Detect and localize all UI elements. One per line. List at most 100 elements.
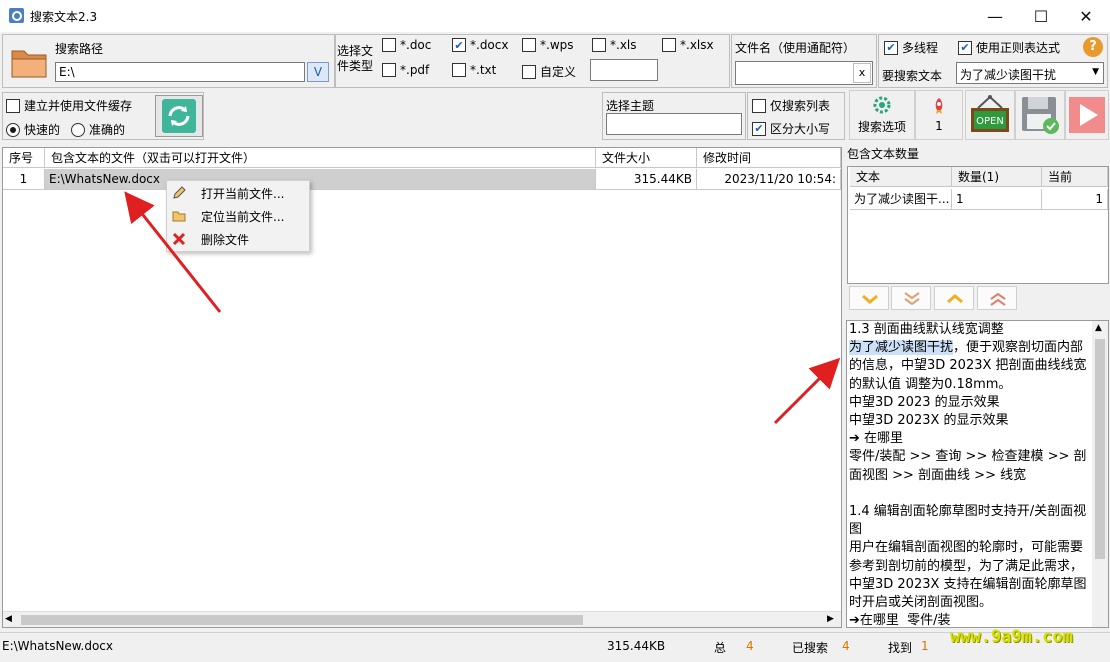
checkbox-checked[interactable]: ✔	[958, 40, 972, 55]
row-size: 315.44KB	[596, 169, 697, 190]
checkbox[interactable]	[452, 63, 466, 77]
fast-radio[interactable]: 快速的	[6, 121, 60, 138]
checkbox[interactable]	[522, 64, 536, 79]
help-icon[interactable]: ?	[1083, 37, 1103, 57]
next-match-button[interactable]	[849, 286, 889, 310]
scroll-up-icon[interactable]: ▲	[1095, 323, 1102, 333]
status-size: 315.44KB	[607, 639, 666, 653]
checkbox-checked[interactable]: ✔	[452, 38, 466, 52]
column-header-modified[interactable]: 修改时间	[697, 148, 841, 168]
checkbox-checked[interactable]: ✔	[884, 40, 898, 55]
status-path: E:\WhatsNew.docx	[2, 639, 113, 653]
row-file[interactable]: E:\WhatsNew.docx	[45, 169, 596, 190]
prev-match-button[interactable]	[934, 286, 974, 310]
menu-item-delete-file[interactable]: 删除文件	[167, 228, 309, 250]
refresh-cache-button[interactable]	[155, 95, 203, 137]
combobox-arrow-icon[interactable]: ▼	[1092, 67, 1099, 77]
radio-selected[interactable]	[6, 122, 20, 137]
menu-item-open-file[interactable]: 打开当前文件...	[167, 182, 309, 204]
only-list-option[interactable]: 仅搜索列表	[752, 97, 830, 114]
table-row[interactable]: 1 E:\WhatsNew.docx 315.44KB 2023/11/20 1…	[3, 169, 841, 191]
filetype-wps[interactable]: *.wps	[522, 38, 574, 52]
count-column-current[interactable]: 当前	[1042, 167, 1108, 187]
app-icon	[9, 8, 24, 23]
cache-option[interactable]: 建立并使用文件缓存	[6, 97, 132, 114]
filetype-custom[interactable]: 自定义	[522, 63, 576, 80]
search-options-button[interactable]: 搜索选项	[849, 90, 915, 140]
chevron-down-icon	[862, 294, 878, 304]
regex-option[interactable]: ✔ 使用正则表达式	[958, 39, 1060, 56]
case-sensitive-option[interactable]: ✔ 区分大小写	[752, 120, 830, 137]
last-match-button[interactable]	[891, 286, 931, 310]
column-header-size[interactable]: 文件大小	[596, 148, 697, 168]
checkbox[interactable]	[522, 38, 536, 52]
scroll-left-icon[interactable]: ◀	[5, 614, 12, 624]
file-type-label: 选择文件类型	[337, 44, 374, 73]
vertical-scrollbar[interactable]: ▲	[1092, 321, 1108, 627]
checkbox[interactable]	[382, 38, 396, 52]
first-match-button[interactable]	[977, 286, 1017, 310]
checkbox-checked[interactable]: ✔	[752, 121, 766, 136]
checkbox[interactable]	[382, 63, 396, 77]
minimize-button[interactable]: —	[972, 0, 1018, 32]
count-table: 文本 数量(1) 当前 为了减少读图干... 1 1	[847, 166, 1109, 284]
double-chevron-down-icon	[904, 292, 920, 306]
filetype-txt[interactable]: *.txt	[452, 63, 496, 77]
close-button[interactable]: ✕	[1063, 0, 1109, 32]
row-modified: 2023/11/20 10:54:	[697, 169, 841, 190]
accurate-radio[interactable]: 准确的	[71, 121, 125, 138]
checkbox[interactable]	[6, 98, 20, 113]
title-bar: 搜索文本2.3 — ☐ ✕	[0, 0, 1110, 32]
save-button[interactable]	[1015, 90, 1065, 140]
count-row-text[interactable]: 为了减少读图干...	[850, 189, 952, 210]
scrollbar-thumb[interactable]	[21, 615, 583, 625]
filetype-docx[interactable]: ✔ *.docx	[452, 38, 508, 52]
clear-filename-button[interactable]: x	[853, 63, 871, 83]
filetype-pdf[interactable]: *.pdf	[382, 63, 429, 77]
checkbox[interactable]	[752, 98, 766, 113]
count-panel-title: 包含文本数量	[847, 147, 920, 161]
checkbox[interactable]	[662, 38, 676, 52]
status-found: 1	[921, 639, 929, 653]
scrollbar-thumb[interactable]	[1095, 339, 1105, 559]
path-dropdown-button[interactable]: V	[307, 62, 329, 82]
status-found-label: 找到	[888, 641, 913, 655]
maximize-button[interactable]: ☐	[1018, 0, 1064, 32]
custom-ext-input[interactable]	[590, 59, 658, 81]
column-header-index[interactable]: 序号	[3, 148, 45, 168]
count-column-count[interactable]: 数量(1)	[952, 167, 1042, 187]
search-text-combobox[interactable]: 为了减少读图干扰 ▼	[956, 62, 1104, 84]
results-table: 序号 包含文本的文件（双击可以打开文件） 文件大小 修改时间 1 E:\What…	[2, 147, 842, 628]
text-preview[interactable]: 1.3 剖面曲线默认线宽调整 为了减少读图干扰，便于观察剖切面内部的信息，中望3…	[846, 320, 1109, 628]
text-preview-content: 1.3 剖面曲线默认线宽调整 为了减少读图干扰，便于观察剖切面内部的信息，中望3…	[849, 322, 1087, 628]
delete-x-icon	[171, 231, 187, 247]
radio[interactable]	[71, 122, 85, 137]
filetype-doc[interactable]: *.doc	[382, 38, 431, 52]
theme-input[interactable]	[606, 113, 742, 135]
thread-count-button[interactable]: 1	[915, 90, 963, 140]
status-bar: E:\WhatsNew.docx 315.44KB 总 4 已搜索 4 找到 1…	[0, 627, 1110, 662]
filetype-xlsx[interactable]: *.xlsx	[662, 38, 714, 52]
folder-open-icon[interactable]	[9, 41, 51, 83]
open-sign-button[interactable]: OPEN	[965, 90, 1015, 140]
status-searched-label: 已搜索	[792, 641, 829, 655]
filename-label: 文件名（使用通配符）	[735, 41, 856, 55]
menu-item-locate-file[interactable]: 定位当前文件...	[167, 205, 309, 227]
status-searched: 4	[842, 639, 850, 653]
start-search-button[interactable]	[1065, 90, 1109, 140]
theme-label: 选择主题	[606, 99, 655, 113]
column-header-file[interactable]: 包含文本的文件（双击可以打开文件）	[45, 148, 596, 168]
multithread-option[interactable]: ✔ 多线程	[884, 39, 938, 56]
search-path-panel: 搜索路径 E:\ V	[2, 34, 335, 88]
match-highlight: 为了减少读图干扰	[849, 340, 954, 356]
horizontal-scrollbar[interactable]: ◀ ▶	[3, 611, 841, 627]
filetype-xls[interactable]: *.xls	[592, 38, 637, 52]
window-title: 搜索文本2.3	[30, 10, 98, 24]
search-path-label: 搜索路径	[55, 42, 104, 56]
chevron-up-icon	[947, 294, 963, 304]
count-column-text[interactable]: 文本	[850, 167, 952, 187]
search-path-input[interactable]: E:\	[55, 62, 305, 82]
checkbox[interactable]	[592, 38, 606, 52]
scroll-right-icon[interactable]: ▶	[827, 614, 834, 624]
rocket-icon	[935, 98, 943, 114]
